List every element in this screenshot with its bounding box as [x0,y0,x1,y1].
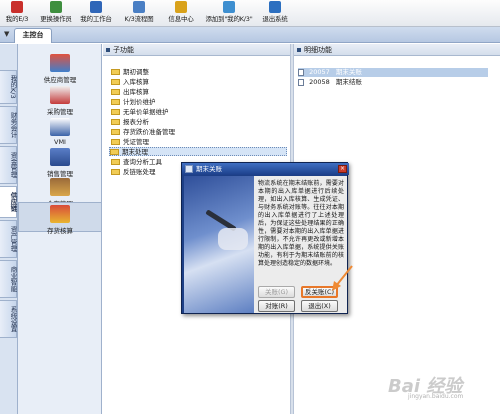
exit-button[interactable]: 退出(X) [301,300,338,312]
tab-strip: ▼ 主控台 [0,27,500,43]
chevron-down-icon[interactable]: ▼ [4,30,13,39]
detail-item[interactable]: 20058 期末结账 [298,78,362,87]
document-icon [298,68,304,76]
folder-icon [111,159,120,165]
folder-icon [111,99,120,105]
tree-item[interactable]: 查询分析工具 [111,158,162,167]
add-favorite-icon [223,1,235,13]
tree-item[interactable]: 无单价单据维护 [111,108,169,117]
folder-icon [111,169,120,175]
side-tab-finance[interactable]: 财务会计 [0,106,17,144]
folder-icon [111,119,120,125]
side-tab-fund[interactable]: 资金管理 [0,146,17,184]
sales-icon [50,148,70,166]
my-workbench-button[interactable]: 我的工作台 [78,1,114,26]
inventory-accounting-icon [50,205,70,223]
main-toolbar: 我的E/3 更换操作员 我的工作台 K/3流程图 信息中心 添加到"我的K/3"… [0,0,500,27]
switch-operator-button[interactable]: 更换操作员 [36,1,76,26]
reconcile-button[interactable]: 对账(R) [258,300,295,312]
side-tab-bi[interactable]: 商业智能 [0,260,17,298]
side-tab-assets[interactable]: 资产管理 [0,220,17,258]
document-icon [298,78,304,86]
add-to-my-k3-button[interactable]: 添加到"我的K/3" [200,1,258,26]
supplier-icon [50,54,70,72]
tree-item[interactable]: 出库核算 [111,88,149,97]
detail-item-selected[interactable]: 20057 期末关账 [298,68,488,77]
message-center-button[interactable]: 信息中心 [164,1,198,26]
watermark-url: jingyan.baidu.com [408,393,464,400]
detail-header: 明细功能 [294,44,500,56]
vmi-icon [50,118,70,136]
tree-item[interactable]: 计划价维护 [111,98,156,107]
side-tab-supply-chain[interactable]: 供应链 [0,186,17,218]
my-k3-button[interactable]: 我的E/3 [2,1,32,26]
module-supplier[interactable]: 供应商管理 [18,54,102,84]
tree-item[interactable]: 报表分析 [111,118,149,127]
folder-icon [111,129,120,135]
folder-icon [111,109,120,115]
pen-writing-image [184,176,254,313]
mail-icon [175,1,187,13]
exit-icon [269,1,281,13]
dialog-body: 物流系统在期末结账前，需要对本期的出入库单据进行后续处理，如出入库核算、生成凭证… [184,176,347,313]
close-icon[interactable]: × [338,165,347,173]
k3-flowchart-button[interactable]: K/3流程图 [118,1,160,26]
folder-icon [111,79,120,85]
module-vmi[interactable]: VMI [18,118,102,146]
app-icon [11,1,23,13]
tree-item[interactable]: 入库核算 [111,78,149,87]
module-inventory-accounting[interactable]: 存货核算 [18,202,102,235]
tree-item-selected[interactable]: 期末处理 [109,147,287,156]
module-category-tabs: 我的K/3 财务会计 资金管理 供应链 资产管理 商业智能 系统设置 [0,44,18,414]
tab-main-console[interactable]: 主控台 [14,28,52,43]
tree-item[interactable]: 存货跌价准备管理 [111,128,175,137]
folder-icon [111,89,120,95]
side-tab-my-k3[interactable]: 我的K/3 [0,70,17,104]
module-list: 供应商管理 采购管理 VMI 销售管理 仓存管理 存货核算 [18,44,102,414]
side-tab-settings[interactable]: 系统设置 [0,300,17,338]
dialog-message: 物流系统在期末结账前，需要对本期的出入库单据进行后续处理，如出入库核算、生成凭证… [258,180,344,267]
exit-system-button[interactable]: 退出系统 [260,1,290,26]
period-close-dialog: 期末关账 × 物流系统在期末结账前，需要对本期的出入库单据进行后续处理，如出入库… [181,162,349,314]
module-sales[interactable]: 销售管理 [18,148,102,178]
user-switch-icon [50,1,62,13]
warehouse-icon [50,178,70,196]
close-account-button[interactable]: 关账(G) [258,286,295,298]
tree-item[interactable]: 凭证管理 [111,138,149,147]
flowchart-icon [133,1,145,13]
workbench-icon [90,1,102,13]
dialog-title-bar[interactable]: 期末关账 × [182,163,349,175]
subfunction-header: 子功能 [103,44,290,56]
folder-icon [111,69,120,75]
folder-icon [110,149,119,155]
module-purchase[interactable]: 采购管理 [18,86,102,116]
folder-icon [111,139,120,145]
hand-shape [218,228,248,250]
dialog-app-icon [185,165,193,173]
purchase-icon [50,86,70,104]
reopen-account-button[interactable]: 反关账(C) [301,286,338,298]
tree-item[interactable]: 期初调整 [111,68,149,77]
tree-item[interactable]: 反链账处理 [111,168,156,177]
